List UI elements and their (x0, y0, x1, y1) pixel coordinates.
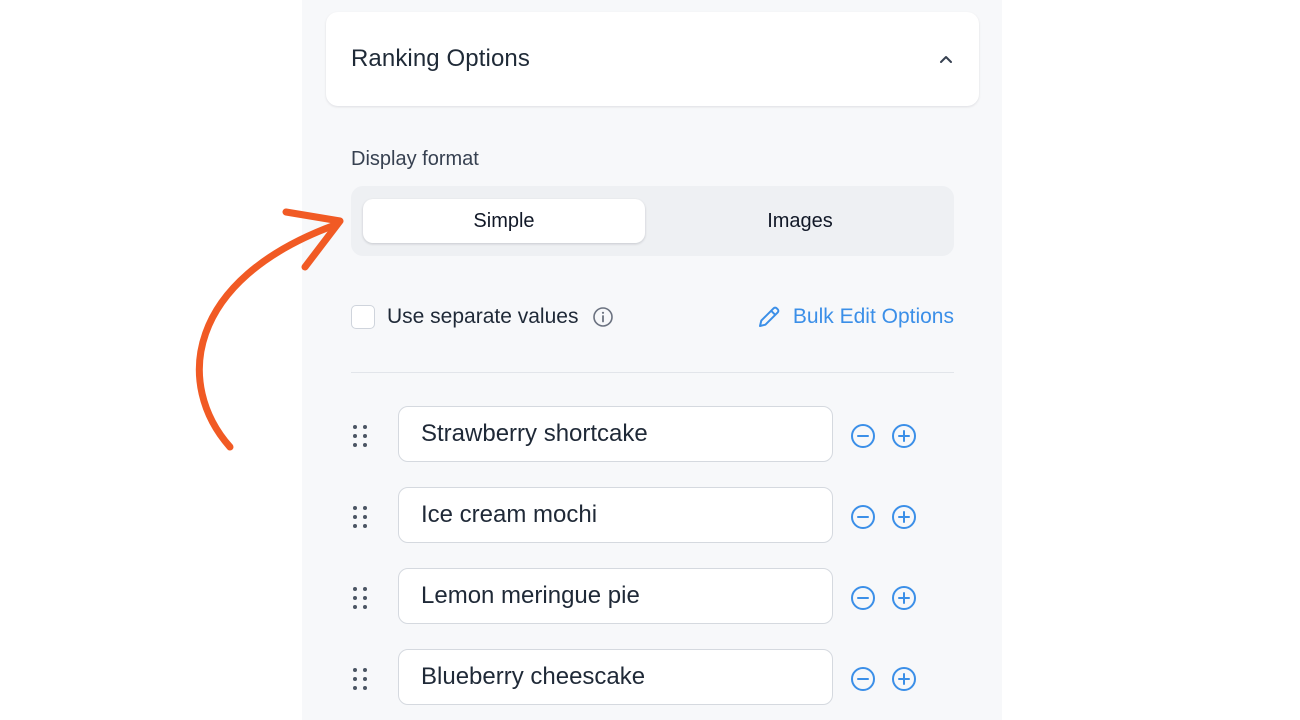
divider (351, 372, 954, 373)
option-input[interactable] (398, 568, 833, 624)
plus-circle-icon[interactable] (891, 423, 917, 449)
bulk-edit-options-button[interactable]: Bulk Edit Options (755, 302, 954, 332)
option-input[interactable] (398, 649, 833, 705)
option-row (351, 487, 931, 543)
option-input[interactable] (398, 406, 833, 462)
pencil-icon (755, 303, 783, 331)
section-header-card[interactable]: Ranking Options (326, 12, 979, 106)
display-format-option-images[interactable]: Images (659, 199, 941, 243)
section-title: Ranking Options (351, 45, 530, 72)
minus-circle-icon[interactable] (850, 585, 876, 611)
chevron-up-icon[interactable] (937, 50, 955, 68)
display-format-option-simple[interactable]: Simple (363, 199, 645, 243)
separate-values-label: Use separate values (387, 305, 579, 328)
curved-arrow-icon (195, 208, 344, 451)
minus-circle-icon[interactable] (850, 423, 876, 449)
screen: Ranking Options Display format Simple Im… (0, 0, 1300, 720)
option-row (351, 649, 931, 705)
info-circle-icon[interactable] (592, 306, 614, 328)
drag-handle-icon[interactable] (351, 666, 369, 692)
drag-handle-icon[interactable] (351, 585, 369, 611)
plus-circle-icon[interactable] (891, 585, 917, 611)
separate-values-row: Use separate values (351, 303, 614, 331)
display-format-toggle: Simple Images (351, 186, 954, 256)
bulk-edit-options-label: Bulk Edit Options (792, 305, 954, 328)
drag-handle-icon[interactable] (351, 504, 369, 530)
option-row (351, 568, 931, 624)
option-row (351, 406, 931, 462)
plus-circle-icon[interactable] (891, 504, 917, 530)
minus-circle-icon[interactable] (850, 666, 876, 692)
plus-circle-icon[interactable] (891, 666, 917, 692)
option-input[interactable] (398, 487, 833, 543)
display-format-label: Display format (351, 148, 479, 170)
minus-circle-icon[interactable] (850, 504, 876, 530)
